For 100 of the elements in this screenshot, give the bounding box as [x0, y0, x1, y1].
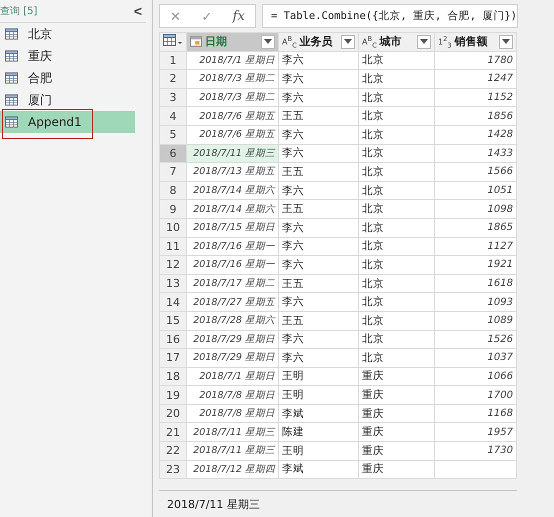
table-cell: 王明 — [278, 367, 358, 386]
table-cell: 1618 — [434, 274, 516, 293]
caret-icon — [420, 39, 428, 44]
caret-icon — [344, 39, 352, 44]
table-cell: 2018/7/14 星期六 — [186, 200, 278, 218]
column-header[interactable]: A$^{B}$$_{C}$ 城市 — [358, 32, 434, 52]
row-number: 5 — [160, 125, 186, 144]
table-cell: 1566 — [434, 162, 516, 182]
row-number: 1 — [160, 51, 186, 70]
table-cell: 1856 — [434, 106, 516, 126]
table-cell: 重庆 — [358, 386, 434, 404]
table-cell: 2018/7/17 星期二 — [186, 274, 278, 293]
table-cell: 2018/7/6 星期五 — [186, 125, 278, 144]
query-item[interactable]: 合肥 — [0, 67, 135, 89]
table-cell: 重庆 — [358, 460, 434, 479]
table-cell: 2018/7/13 星期五 — [186, 162, 278, 182]
query-item[interactable]: Append1 — [0, 111, 135, 133]
table-cell: 北京 — [358, 292, 434, 312]
table-cell: 1051 — [434, 181, 516, 200]
table-cell: 李六 — [278, 237, 358, 256]
table-cell: 李六 — [278, 330, 358, 349]
table-cell: 王五 — [278, 162, 358, 182]
table-cell: 2018/7/28 星期六 — [186, 311, 278, 330]
table-cell: 2018/7/29 星期日 — [186, 330, 278, 349]
table-cell: 王五 — [278, 311, 358, 330]
table-cell: 李六 — [278, 348, 358, 368]
row-number: 10 — [160, 218, 186, 238]
table-cell: 1780 — [434, 51, 516, 70]
row-number: 7 — [160, 162, 186, 182]
table-cell: 2018/7/12 星期四 — [186, 460, 278, 479]
row-number: 2 — [160, 70, 186, 88]
row-number: 23 — [160, 460, 186, 479]
table-cell: 北京 — [358, 237, 434, 256]
table-cell: 1098 — [434, 200, 516, 218]
table-cell: 王明 — [278, 442, 358, 460]
table-cell: 2018/7/27 星期五 — [186, 292, 278, 312]
table-cell: 1127 — [434, 237, 516, 256]
table-menu-button[interactable] — [160, 32, 186, 52]
column-header[interactable]: 1$^{2}$$_{3}$ 销售额 — [434, 32, 516, 52]
table-cell: 李斌 — [278, 460, 358, 479]
table-cell: 北京 — [358, 70, 434, 88]
table-cell: 李六 — [278, 144, 358, 163]
table-cell: 北京 — [358, 330, 434, 349]
table-cell: 北京 — [358, 200, 434, 218]
table-cell: 2018/7/11 星期三 — [186, 144, 278, 163]
table-icon — [5, 116, 18, 128]
filter-dropdown[interactable] — [341, 34, 355, 49]
table-cell: 北京 — [358, 125, 434, 144]
filter-dropdown[interactable] — [499, 34, 513, 49]
formula-field[interactable]: = Table.Combine({北京, 重庆, 合肥, 厦门}) — [262, 4, 518, 28]
table-cell: 李六 — [278, 256, 358, 274]
table-cell: 1037 — [434, 348, 516, 368]
table-cell: 2018/7/6 星期五 — [186, 106, 278, 126]
table-cell: 北京 — [358, 311, 434, 330]
table-cell: 2018/7/29 星期日 — [186, 348, 278, 368]
table-cell: 李斌 — [278, 404, 358, 423]
table-cell: 2018/7/14 星期六 — [186, 181, 278, 200]
query-item[interactable]: 重庆 — [0, 45, 135, 67]
table-cell: 2018/7/1 星期日 — [186, 367, 278, 386]
row-number: 22 — [160, 442, 186, 460]
table-cell: 2018/7/16 星期一 — [186, 256, 278, 274]
table-cell: 王明 — [278, 386, 358, 404]
row-number: 20 — [160, 404, 186, 423]
table-cell: 北京 — [358, 88, 434, 107]
table-cell: 2018/7/11 星期三 — [186, 422, 278, 442]
fx-button[interactable]: fx — [228, 8, 249, 24]
table-cell: 1089 — [434, 311, 516, 330]
table-cell: 1433 — [434, 144, 516, 163]
caret-icon — [264, 39, 272, 44]
table-cell: 李六 — [278, 292, 358, 312]
table-cell: 李六 — [278, 125, 358, 144]
table-cell: 2018/7/16 星期一 — [186, 237, 278, 256]
table-icon — [5, 72, 18, 84]
table-cell: 1700 — [434, 386, 516, 404]
table-cell: 北京 — [358, 51, 434, 70]
table-menu-icon — [163, 34, 183, 46]
table-icon — [5, 94, 18, 106]
row-number: 12 — [160, 256, 186, 274]
query-item[interactable]: 北京 — [0, 23, 135, 45]
table-cell: 北京 — [358, 218, 434, 238]
table-cell: 1865 — [434, 218, 516, 238]
table-cell: 北京 — [358, 348, 434, 368]
row-number: 16 — [160, 330, 186, 349]
row-number: 8 — [160, 181, 186, 200]
table-cell: 重庆 — [358, 422, 434, 442]
column-header[interactable]: A$^{B}$$_{C}$ 业务员 — [278, 32, 358, 52]
filter-dropdown[interactable] — [261, 34, 275, 49]
table-cell: 1066 — [434, 367, 516, 386]
row-number: 18 — [160, 367, 186, 386]
table-cell: 北京 — [358, 106, 434, 126]
table-cell: 2018/7/11 星期三 — [186, 442, 278, 460]
collapse-button[interactable]: < — [130, 3, 146, 19]
query-item[interactable]: 厦门 — [0, 89, 135, 111]
table-cell: 北京 — [358, 181, 434, 200]
table-cell: 1921 — [434, 256, 516, 274]
table-cell: 李六 — [278, 181, 358, 200]
table-cell: 重庆 — [358, 442, 434, 460]
row-number: 14 — [160, 292, 186, 312]
filter-dropdown[interactable] — [417, 34, 431, 49]
table-cell: 1247 — [434, 70, 516, 88]
